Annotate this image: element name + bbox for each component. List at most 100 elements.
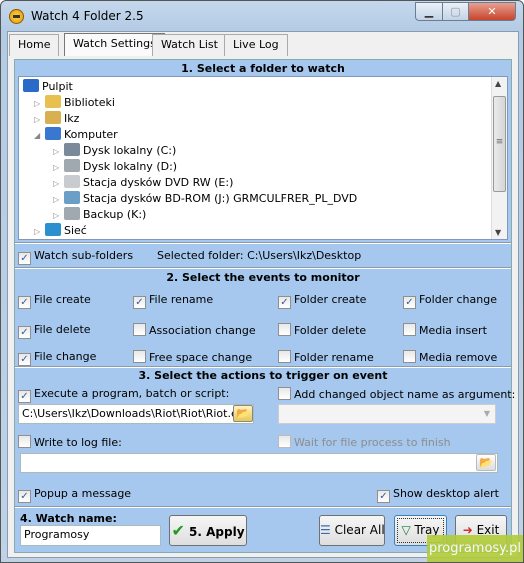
expander-icon[interactable]: ▷ [53,192,61,208]
watch-settings-panel: 1. Select a folder to watch ▲ ≡ ▼ Pulpit… [14,59,515,553]
event-checkbox[interactable]: ✓ Folder change [403,293,497,309]
event-checkbox[interactable]: Free space change [133,350,252,364]
checkbox-label: File delete [34,323,91,336]
event-checkbox[interactable]: Association change [133,323,256,337]
wait-process-checkbox[interactable]: Wait for file process to finish [278,435,451,449]
tab-home[interactable]: Home [9,34,60,56]
tab-watch-settings[interactable]: Watch Settings [64,33,165,56]
tree-node[interactable]: ▷ Backup (K:) [53,207,146,223]
tree-scrollbar[interactable]: ▲ ≡ ▼ [491,77,507,239]
checkbox-icon: ✓ [18,390,31,403]
checkbox-label: Media insert [419,324,487,337]
selected-folder-label: Selected folder: C:\Users\Ikz\Desktop [157,249,362,262]
checkbox-icon: ✓ [18,296,31,309]
expander-icon[interactable]: ▷ [53,144,61,160]
tree-node[interactable]: ▷ Stacja dysków BD-ROM (J:) GRMCULFRER_PL… [53,191,357,207]
checkbox-label: Wait for file process to finish [294,436,451,449]
popup-message-checkbox[interactable]: ✓ Popup a message [18,487,132,503]
checkbox-icon [278,323,291,336]
checkbox-icon [403,350,416,363]
expander-icon[interactable]: ▷ [34,96,42,112]
expander-icon[interactable]: ▷ [53,176,61,192]
expander-icon[interactable]: ▷ [53,208,61,224]
checkbox-icon [278,350,291,363]
desktop-alert-checkbox[interactable]: ✓ Show desktop alert [377,487,499,503]
divider [15,267,511,269]
event-checkbox[interactable]: ✓ File create [18,293,91,309]
checkbox-icon [133,323,146,336]
scroll-up-icon[interactable]: ▲ [495,79,501,88]
clear-all-label: Clear All [334,523,385,537]
tree-node-label: Stacja dysków DVD RW (E:) [83,176,234,189]
tree-node[interactable]: ▷ Biblioteki [34,95,115,111]
log-file-input[interactable] [20,453,498,473]
divider [15,242,511,244]
user-folder-icon [45,111,61,124]
triangle-down-icon: ▽ [401,523,411,537]
expander-icon[interactable]: ▷ [34,112,42,128]
libraries-icon [45,95,61,108]
checkbox-label: Media remove [419,351,498,364]
checkbox-label: Show desktop alert [393,487,499,500]
tree-node-label: Backup (K:) [83,208,147,221]
tree-node-label: Ikz [64,112,80,125]
clear-all-button[interactable]: ☰ Clear All [319,515,385,546]
event-checkbox[interactable]: Media remove [403,350,497,364]
scroll-thumb[interactable]: ≡ [493,96,506,192]
checkbox-label: Folder delete [294,324,367,337]
expander-icon[interactable]: ▷ [53,160,61,176]
expander-icon[interactable]: ◢ [34,128,42,144]
list-icon: ☰ [320,523,331,537]
browse-log-icon[interactable]: 📂 [476,454,496,471]
tree-node[interactable]: ▷ Stacja dysków DVD RW (E:) [53,175,233,191]
program-path-input[interactable]: C:\Users\Ikz\Downloads\Riot\Riot\Riot.ex… [18,404,254,424]
checkbox-label: Association change [149,324,256,337]
checkbox-label: Write to log file: [34,436,122,449]
event-checkbox[interactable]: Folder rename [278,350,374,364]
event-checkbox[interactable]: ✓ File change [18,350,96,366]
watch-subfolders-checkbox[interactable]: ✓ Watch sub-folders [18,249,133,265]
execute-program-checkbox[interactable]: ✓ Execute a program, batch or script: [18,387,229,403]
browse-folder-icon[interactable]: 📂 [233,405,253,422]
tree-node[interactable]: Pulpit [23,79,73,95]
checkbox-label: File rename [149,293,214,306]
bd-drive-icon [64,191,80,204]
tree-node[interactable]: ▷ Ikz [34,111,79,127]
tree-node-label: Stacja dysków BD-ROM (J:) GRMCULFRER_PL_… [83,192,358,205]
watch-name-label: 4. Watch name: [20,512,117,525]
close-button[interactable]: ✕ [468,2,516,21]
event-checkbox[interactable]: Media insert [403,323,487,337]
apply-button[interactable]: ✔ 5. Apply [169,515,247,546]
checkbox-label: Folder rename [294,351,374,364]
write-log-checkbox[interactable]: Write to log file: [18,435,122,449]
scroll-down-icon[interactable]: ▼ [495,228,501,237]
section2-header: 2. Select the events to monitor [166,271,360,284]
section3-header: 3. Select the actions to trigger on even… [138,369,388,382]
app-icon [9,9,24,24]
tab-live-log[interactable]: Live Log [224,34,288,56]
chevron-down-icon: ▼ [483,409,490,418]
argument-dropdown[interactable]: ▼ [278,404,496,424]
tree-node[interactable]: ▷ Dysk lokalny (C:) [53,143,176,159]
event-checkbox[interactable]: ✓ Folder create [278,293,366,309]
tree-node[interactable]: ▷ Sieć [34,223,87,239]
client-area: Home Watch Settings Watch List Live Log … [7,31,519,558]
system-drive-icon [64,143,80,156]
watch-name-input[interactable]: Programosy [20,525,161,546]
add-argument-checkbox[interactable]: Add changed object name as argument: [278,387,515,401]
tree-node[interactable]: ◢ Komputer [34,127,118,143]
checkbox-label: Popup a message [34,487,132,500]
folder-tree[interactable]: ▲ ≡ ▼ Pulpit ▷ Biblioteki ▷ Ikz ◢ Komputer ▷ Dys… [18,76,508,240]
event-checkbox[interactable]: ✓ File delete [18,323,91,339]
checkbox-icon: ✓ [377,490,390,503]
event-checkbox[interactable]: ✓ File rename [133,293,214,309]
maximize-button[interactable]: ▢ [442,2,469,21]
tree-node[interactable]: ▷ Dysk lokalny (D:) [53,159,177,175]
expander-icon[interactable]: ▷ [34,224,42,240]
tab-watch-list[interactable]: Watch List [152,34,227,56]
event-checkbox[interactable]: Folder delete [278,323,366,337]
checkbox-icon: ✓ [403,296,416,309]
minimize-button[interactable]: ▁ [415,2,443,21]
checkbox-icon: ✓ [18,490,31,503]
hard-drive-icon [64,207,80,220]
